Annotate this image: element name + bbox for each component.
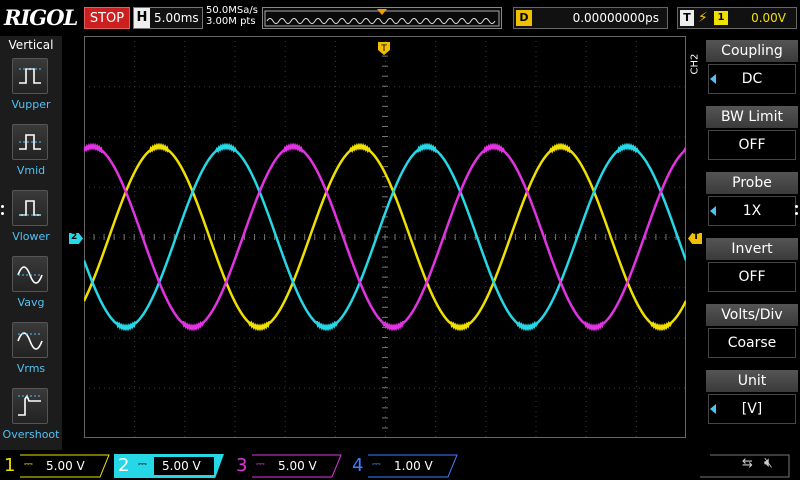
coupling-softkey[interactable]: Coupling DC <box>706 36 800 100</box>
ch3-frame <box>252 454 342 478</box>
delay-value: 0.00000000ps <box>572 11 659 25</box>
rigol-logo: RIGOL <box>4 5 78 30</box>
vavg-label: Vavg <box>17 296 45 309</box>
trigger-top-label: T <box>380 44 387 54</box>
probe-header: Probe <box>706 172 798 194</box>
trigger-level-marker[interactable]: T <box>688 233 702 244</box>
bw-limit-softkey[interactable]: BW Limit OFF <box>706 102 800 166</box>
waveform-overview-icon <box>264 9 500 27</box>
menu-page-dots-left <box>1 205 5 219</box>
vrms-label: Vrms <box>16 362 46 375</box>
menu-page-dots-right <box>795 205 799 219</box>
overshoot-icon <box>12 388 48 424</box>
coupling-value: DC <box>708 64 796 94</box>
vupper-label: Vupper <box>11 98 51 111</box>
rising-edge-icon: ⚡ <box>698 10 708 26</box>
vlower-label: Vlower <box>12 230 50 243</box>
ch2-scale: 5.00 V <box>162 459 201 473</box>
ch2-status[interactable]: 2 ⎓ 5.00 V <box>114 454 224 478</box>
measure-vlower[interactable]: Vlower <box>0 186 62 250</box>
ch1-status[interactable]: 1 ⎓ 5.00 V <box>0 454 110 478</box>
channel-status-bar: 1 ⎓ 5.00 V 2 ⎓ 5.00 V 3 ⎓ 5.00 V 4 ⎓ 1.0… <box>0 452 800 480</box>
ch4-frame <box>368 454 458 478</box>
bw-limit-value: OFF <box>708 130 796 160</box>
ch4-status[interactable]: 4 ⎓ 1.00 V <box>348 454 458 478</box>
usb-icon: ⇆ <box>742 456 753 471</box>
unit-header: Unit <box>706 370 798 392</box>
ch2-offset-marker[interactable]: 2 <box>69 233 83 244</box>
measure-sidebar: Vertical Vupper Vmid Vlower Vavg Vrms Ov… <box>0 36 62 450</box>
measure-overshoot[interactable]: Overshoot <box>0 384 62 448</box>
probe-softkey[interactable]: Probe 1X <box>706 168 800 232</box>
bw-limit-header: BW Limit <box>706 106 798 128</box>
volts-div-header: Volts/Div <box>706 304 798 326</box>
channel-menu: Coupling DC BW Limit OFF Probe 1X Invert… <box>706 36 800 450</box>
acquisition-info: 50.0MSa/s 3.00M pts <box>206 5 258 27</box>
speaker-muted-icon[interactable]: 🔇︎ <box>764 455 773 471</box>
ch2-offset-label: 2 <box>71 232 78 242</box>
run-stop-indicator[interactable]: STOP <box>84 7 130 29</box>
measure-vupper[interactable]: Vupper <box>0 54 62 118</box>
measure-vmid[interactable]: Vmid <box>0 120 62 184</box>
trigger-readout[interactable]: T ⚡ 1 0.00V <box>677 7 797 29</box>
coupling-arrow-icon <box>710 74 716 84</box>
vrms-icon <box>12 322 48 358</box>
trigger-level-label: T <box>693 232 700 242</box>
probe-value: 1X <box>708 196 796 226</box>
unit-softkey[interactable]: Unit [V] <box>706 366 800 430</box>
vmid-icon <box>12 124 48 160</box>
dc-coupling-icon: ⎓ <box>138 457 147 470</box>
vavg-icon <box>12 256 48 292</box>
delay-readout[interactable]: D 0.00000000ps <box>513 7 668 29</box>
trigger-position-bar[interactable] <box>262 7 502 29</box>
horizontal-label: H <box>134 8 150 28</box>
invert-softkey[interactable]: Invert OFF <box>706 234 800 298</box>
invert-value: OFF <box>708 262 796 292</box>
status-bar: RIGOL STOP H 5.00ms 50.0MSa/s 3.00M pts … <box>0 0 800 36</box>
ch1-frame <box>20 454 110 478</box>
volts-div-value: Coarse <box>708 328 796 358</box>
delay-label: D <box>516 10 532 26</box>
coupling-header: Coupling <box>706 40 798 62</box>
sample-rate: 50.0MSa/s <box>206 5 258 16</box>
memory-depth: 3.00M pts <box>206 16 256 27</box>
horizontal-timebase[interactable]: H 5.00ms <box>133 7 203 29</box>
measure-vavg[interactable]: Vavg <box>0 252 62 316</box>
invert-header: Invert <box>706 238 798 260</box>
overshoot-label: Overshoot <box>2 428 60 441</box>
probe-arrow-icon <box>710 206 716 216</box>
sidebar-title: Vertical <box>8 38 54 52</box>
trigger-level: 0.00V <box>751 11 786 25</box>
ch2-number: 2 <box>118 455 130 476</box>
volts-div-softkey[interactable]: Volts/Div Coarse <box>706 300 800 364</box>
vlower-icon <box>12 190 48 226</box>
waveform-display[interactable]: T <box>84 36 686 438</box>
vupper-icon <box>12 58 48 94</box>
unit-value: [V] <box>708 394 796 424</box>
timebase-value: 5.00ms <box>154 11 199 25</box>
unit-arrow-icon <box>710 404 716 414</box>
vmid-label: Vmid <box>16 164 46 177</box>
trigger-label: T <box>680 10 694 26</box>
ch3-status[interactable]: 3 ⎓ 5.00 V <box>232 454 342 478</box>
trigger-source: 1 <box>714 11 728 25</box>
measure-vrms[interactable]: Vrms <box>0 318 62 382</box>
menu-channel-tag: CH2 <box>689 53 701 75</box>
